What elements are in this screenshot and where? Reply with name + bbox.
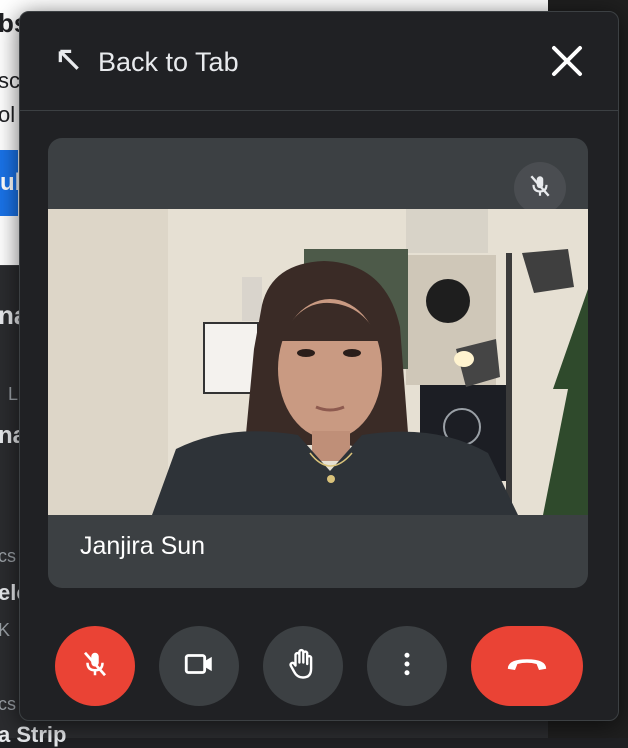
participant-video (48, 209, 588, 515)
pip-header: Back to Tab (20, 12, 618, 111)
call-end-icon (503, 652, 551, 681)
mic-toggle-button[interactable] (55, 626, 135, 706)
background-button-fragment: ub (0, 150, 18, 216)
video-frame (48, 209, 588, 515)
camera-toggle-button[interactable] (159, 626, 239, 706)
mic-off-icon (80, 649, 110, 684)
background-text: elc (0, 580, 20, 605)
background-text: cs (0, 546, 16, 566)
raise-hand-button[interactable] (263, 626, 343, 706)
end-call-button[interactable] (471, 626, 583, 706)
back-to-tab-label: Back to Tab (98, 46, 239, 77)
arrow-up-left-icon (56, 47, 82, 78)
background-text: na (0, 300, 20, 330)
close-icon (550, 46, 584, 82)
background-text: cs (0, 694, 16, 714)
close-button[interactable] (550, 44, 584, 78)
pip-call-window: Back to Tab Janjira Sun (19, 11, 619, 721)
more-options-button[interactable] (367, 626, 447, 706)
mic-off-icon (527, 173, 553, 204)
background-text: na (0, 422, 20, 449)
hand-icon (285, 646, 321, 687)
participant-muted-indicator (514, 162, 566, 214)
background-text: K (0, 620, 11, 640)
participant-tile[interactable]: Janjira Sun (48, 138, 588, 588)
background-text: bs (0, 8, 20, 38)
back-to-tab-button[interactable]: Back to Tab (56, 42, 239, 82)
background-text: a Strip (0, 722, 67, 747)
participant-name: Janjira Sun (80, 532, 206, 560)
call-controls (20, 626, 618, 710)
videocam-icon (182, 647, 216, 686)
more-vert-icon (392, 649, 422, 684)
background-text: sc (0, 68, 20, 93)
background-text: ol (0, 102, 16, 127)
